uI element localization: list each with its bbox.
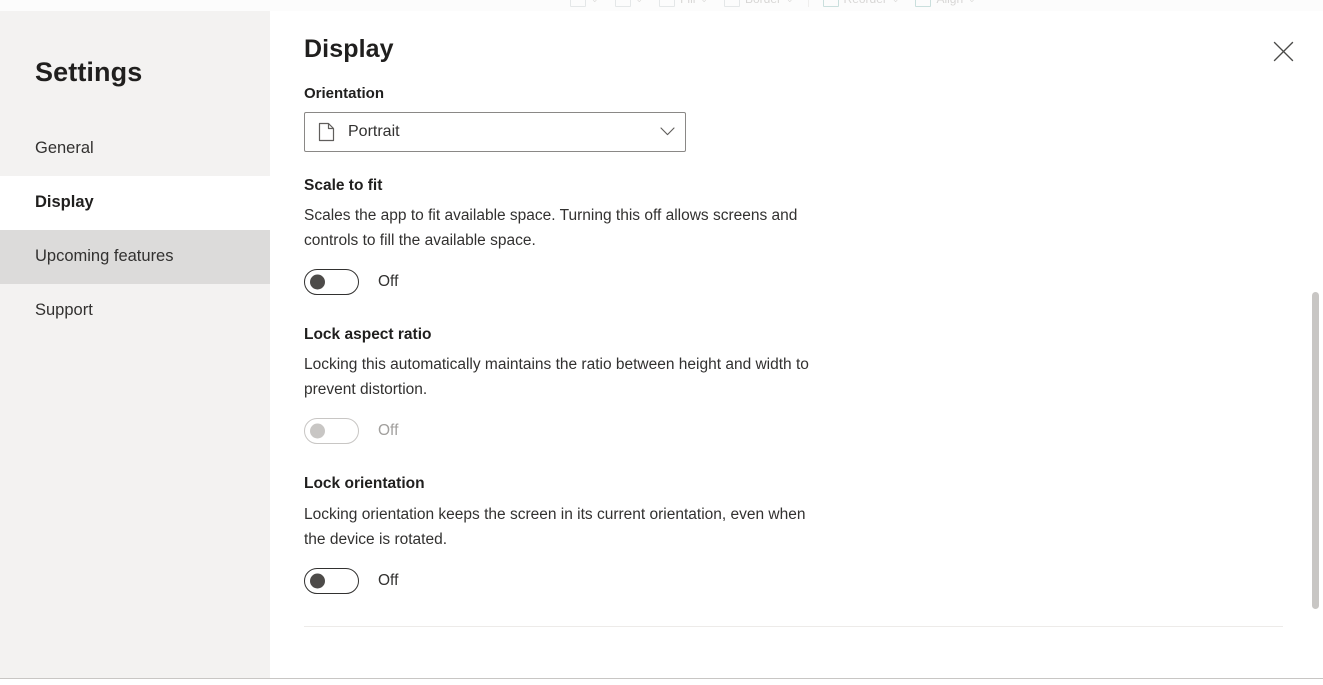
orientation-dropdown[interactable]: Portrait: [304, 111, 686, 152]
toolbar-item-label: Align: [936, 0, 963, 6]
content-scrollbar-thumb[interactable]: [1312, 292, 1319, 609]
toggle-state-label-scale-to-fit: Off: [378, 273, 399, 291]
toggle-switch-scale-to-fit[interactable]: [304, 269, 359, 296]
toggle-thumb-icon: [310, 573, 325, 589]
sidebar-item-label: Upcoming features: [35, 247, 174, 266]
toolbar-item-border-icon[interactable]: Border ⌄: [718, 0, 800, 7]
arc-icon: [570, 0, 586, 7]
settings-dialog-root: ⌄ ⌄ Fill ⌄ Border ⌄ Reorder ⌄ Align ⌄ Settings Ge…: [0, 0, 1323, 685]
chevron-down-icon: ⌄: [636, 0, 644, 5]
reorder-icon: [822, 0, 839, 7]
toolbar-item-lines-icon[interactable]: ⌄: [609, 0, 650, 7]
setting-title-lock-aspect-ratio: Lock aspect ratio: [304, 326, 432, 344]
orientation-label: Orientation: [304, 84, 385, 102]
content-divider: [304, 625, 1283, 627]
content-scrollbar-track[interactable]: [1311, 11, 1321, 678]
settings-list: Scale to fit Scales the app to fit availa…: [270, 176, 1323, 594]
setting-title-scale-to-fit: Scale to fit: [304, 176, 383, 194]
lines-icon: [614, 0, 631, 7]
toggle-state-label-lock-aspect-ratio: Off: [378, 422, 399, 440]
sidebar-item-display[interactable]: Display: [0, 175, 270, 230]
sidebar-item-label: Display: [35, 193, 94, 212]
sidebar-item-support[interactable]: Support: [0, 284, 270, 338]
settings-nav: General Display Upcoming features Support: [0, 122, 270, 338]
toggle-thumb-icon: [310, 274, 325, 290]
toolbar-separator: [807, 0, 809, 7]
settings-title: Settings: [35, 57, 143, 87]
align-icon: [915, 0, 932, 7]
setting-scale-to-fit: Scale to fit Scales the app to fit availa…: [304, 176, 1283, 296]
sidebar-item-label: General: [35, 139, 94, 158]
border-icon: [723, 0, 740, 7]
setting-lock-orientation: Lock orientation Locking orientation keep…: [304, 474, 1283, 594]
toolbar-item-align-icon[interactable]: Align ⌄: [909, 0, 981, 7]
toolbar-item-label: Border: [745, 0, 781, 6]
background-toolbar-left-sliver: [0, 0, 270, 11]
chevron-down-icon: ⌄: [591, 0, 599, 5]
settings-content-pane: Display Orientation Portrait Scale to fi…: [270, 11, 1323, 678]
toggle-switch-lock-aspect-ratio: [304, 418, 359, 445]
close-icon: [1273, 41, 1294, 65]
toggle-switch-lock-orientation[interactable]: [304, 567, 359, 594]
fill-icon: [659, 0, 676, 7]
setting-description-lock-aspect-ratio: Locking this automatically maintains the…: [304, 356, 809, 399]
setting-title-lock-orientation: Lock orientation: [304, 475, 425, 493]
chevron-down-icon: [660, 127, 675, 136]
toggle-row-scale-to-fit[interactable]: Off: [304, 269, 399, 296]
toolbar-item-fill-icon[interactable]: Fill ⌄: [653, 0, 714, 7]
page-portrait-icon: [318, 122, 335, 142]
sidebar-item-general[interactable]: General: [0, 122, 270, 176]
orientation-value: Portrait: [348, 122, 400, 140]
setting-description-lock-orientation: Locking orientation keeps the screen in …: [304, 505, 806, 548]
settings-dialog: Settings General Display Upcoming features…: [0, 11, 1323, 679]
close-button[interactable]: [1265, 35, 1301, 71]
toolbar-item-label: Reorder: [844, 0, 887, 6]
toggle-state-label-lock-orientation: Off: [378, 571, 399, 589]
chevron-down-icon: ⌄: [968, 0, 976, 5]
toolbar-item-reorder-icon[interactable]: Reorder ⌄: [817, 0, 906, 7]
chevron-down-icon: ⌄: [892, 0, 900, 5]
toolbar-item-label: Fill: [680, 0, 695, 6]
toolbar-item-arc-icon[interactable]: ⌄: [564, 0, 605, 7]
setting-description-scale-to-fit: Scales the app to fit available space. T…: [304, 206, 798, 249]
settings-content-scroll: Display Orientation Portrait Scale to fi…: [270, 11, 1323, 678]
sidebar-item-label: Support: [35, 301, 93, 320]
page-title: Display: [304, 35, 394, 63]
chevron-down-icon: ⌄: [700, 0, 708, 5]
toggle-row-lock-orientation[interactable]: Off: [304, 567, 399, 594]
toggle-thumb-icon: [310, 423, 325, 439]
setting-lock-aspect-ratio: Lock aspect ratio Locking this automatica…: [304, 325, 1283, 445]
settings-sidebar: Settings General Display Upcoming features…: [0, 11, 270, 678]
sidebar-item-upcoming-features[interactable]: Upcoming features: [0, 229, 270, 284]
chevron-down-icon: ⌄: [786, 0, 794, 5]
toggle-row-lock-aspect-ratio: Off: [304, 418, 399, 445]
